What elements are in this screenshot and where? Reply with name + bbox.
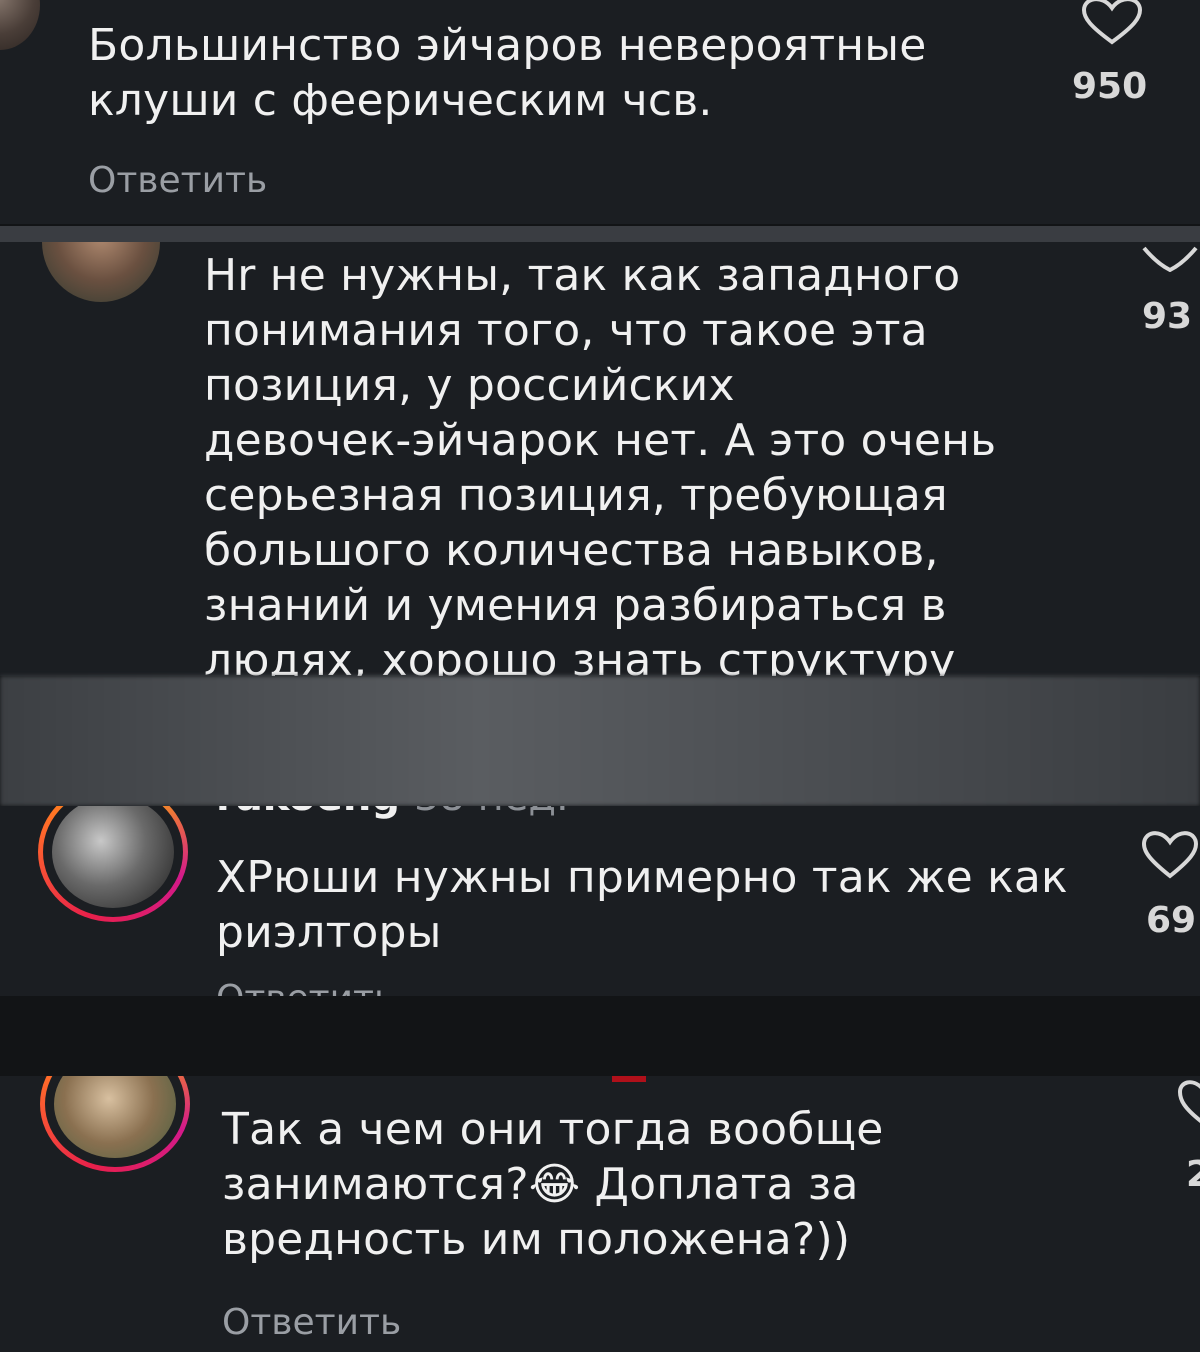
red-mark: [612, 1076, 646, 1082]
comment-card-1: Большинство эйчаров невероятные клуши с …: [0, 0, 1200, 224]
blurred-region: [0, 676, 1200, 806]
like-count: 2: [1186, 1154, 1200, 1195]
like-count: 69: [1146, 900, 1197, 941]
comment-text: ХРюши нужны примерно так же как риэлторы: [216, 852, 1068, 958]
divider: [0, 226, 1200, 242]
story-ring[interactable]: [38, 806, 188, 922]
comment-text: Hr не нужны, так как западного понимания…: [204, 250, 997, 676]
like-count: 93: [1142, 296, 1193, 337]
heart-icon[interactable]: [1080, 0, 1144, 46]
user-avatar[interactable]: [42, 242, 160, 302]
reply-button[interactable]: Ответить: [222, 1302, 401, 1343]
reply-button[interactable]: Ответить: [216, 978, 395, 996]
heart-icon[interactable]: [1176, 1078, 1200, 1126]
story-ring[interactable]: [40, 1076, 190, 1172]
comment-card-4: Так а чем они тогда вообще занимаются?😂 …: [0, 1076, 1200, 1352]
username[interactable]: rakoeng38 нед.: [216, 806, 569, 820]
comment-date: 38 нед.: [414, 806, 569, 820]
user-avatar[interactable]: [0, 0, 40, 50]
heart-icon[interactable]: [1140, 242, 1200, 272]
heart-icon[interactable]: [1140, 830, 1200, 880]
comment-text: Так а чем они тогда вообще занимаются?😂 …: [222, 1104, 884, 1265]
like-count: 950: [1072, 66, 1148, 107]
reply-button[interactable]: Ответить: [88, 160, 267, 201]
comment-card-3: rakoeng38 нед. ХРюши нужны примерно так …: [0, 806, 1200, 996]
comment-card-2: Hr не нужны, так как западного понимания…: [0, 242, 1200, 676]
comment-text: Большинство эйчаров невероятные клуши с …: [88, 20, 927, 126]
